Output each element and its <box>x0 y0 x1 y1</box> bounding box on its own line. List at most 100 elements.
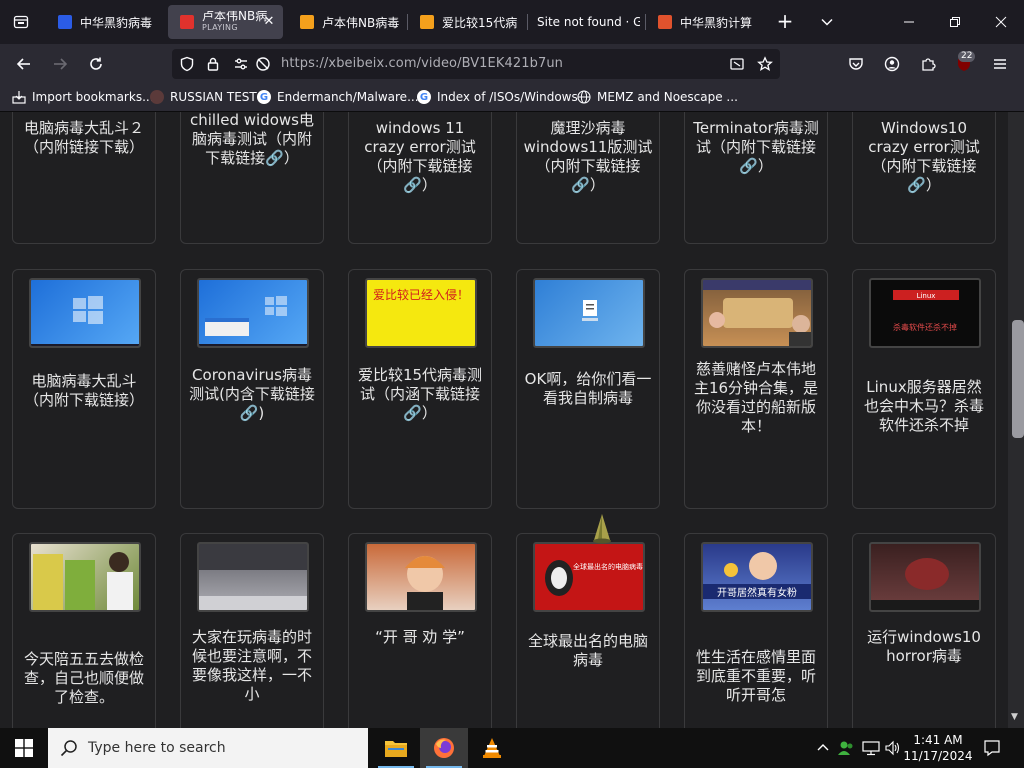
video-card[interactable]: “开 哥 劝 学” <box>348 533 492 728</box>
reload-button[interactable] <box>82 50 110 78</box>
video-card[interactable]: Windows10 crazy error测试（内附下载链接🔗） <box>852 112 996 244</box>
svg-text:Linux: Linux <box>917 292 936 300</box>
video-title[interactable]: windows 11 crazy error测试（内附下载链接🔗） <box>355 119 485 195</box>
tab-2[interactable]: 卢本伟NB病毒 <box>288 5 406 39</box>
video-card[interactable]: 运行windows10 horror病毒 <box>852 533 996 728</box>
video-thumbnail[interactable]: 开哥居然真有女粉 <box>701 542 813 612</box>
extensions-button[interactable] <box>914 50 942 78</box>
video-card[interactable]: OK啊，给你们看一看我自制病毒 <box>516 269 660 509</box>
video-card[interactable]: Linux 杀毒软件还杀不掉 Linux服务器居然也会中木马？杀毒软件还杀不掉 <box>852 269 996 509</box>
video-title[interactable]: 运行windows10 horror病毒 <box>859 628 989 666</box>
video-card[interactable]: 大家在玩病毒的时候也要注意啊，不要像我这样，一不小 <box>180 533 324 728</box>
tab-4[interactable]: Site not found · Gi <box>528 5 640 39</box>
firefox-view-button[interactable] <box>0 0 42 44</box>
video-title[interactable]: “开 哥 劝 学” <box>355 628 485 647</box>
vlc-icon <box>483 738 501 758</box>
restore-button[interactable] <box>932 0 978 44</box>
video-title[interactable]: 今天陪五五去做检查，自己也顺便做了检查。 <box>19 650 149 707</box>
taskbar-search-box[interactable]: Type here to search <box>48 728 368 768</box>
close-tab-icon[interactable]: ✕ <box>261 14 277 30</box>
bookmark-russian-test[interactable]: RUSSIAN TEST <box>150 90 257 104</box>
pocket-button[interactable] <box>842 50 870 78</box>
video-thumbnail[interactable] <box>29 542 141 612</box>
video-title[interactable]: 魔理沙病毒windows11版测试（内附下载链接🔗） <box>523 119 653 195</box>
video-thumbnail[interactable] <box>197 278 309 348</box>
tab-3[interactable]: 爱比较15代病 <box>408 5 526 39</box>
vlc-button[interactable] <box>468 728 516 768</box>
back-button[interactable] <box>10 50 38 78</box>
page-scrollbar[interactable]: ▼ <box>1008 112 1024 728</box>
video-title[interactable]: OK啊，给你们看一看我自制病毒 <box>523 370 653 408</box>
tab-0[interactable]: 中华黑豹病毒 <box>46 5 164 39</box>
tab-title: 中华黑豹病毒 <box>80 15 153 30</box>
video-title[interactable]: chilled widows电脑病毒测试（内附下载链接🔗） <box>187 112 317 168</box>
start-button[interactable] <box>0 728 48 768</box>
video-title[interactable]: Coronavirus病毒测试(内含下载链接🔗) <box>187 366 317 423</box>
bookmark-label: MEMZ and Noescape ... <box>597 90 738 104</box>
firefox-button[interactable] <box>420 728 468 768</box>
video-thumbnail[interactable] <box>29 278 141 348</box>
video-card[interactable]: 电脑病毒大乱斗２（内附链接下载） <box>12 112 156 244</box>
video-thumbnail[interactable] <box>869 542 981 612</box>
forward-button[interactable] <box>46 50 74 78</box>
video-thumbnail[interactable] <box>197 542 309 612</box>
folder-icon <box>385 741 407 757</box>
video-thumbnail[interactable] <box>533 278 645 348</box>
video-thumbnail[interactable]: 全球最出名的电脑病毒 <box>533 542 645 612</box>
video-card[interactable]: Coronavirus病毒测试(内含下载链接🔗) <box>180 269 324 509</box>
video-card[interactable]: Terminator病毒测试（内附下载链接🔗） <box>684 112 828 244</box>
bookmark-endermanch[interactable]: G Endermanch/Malware... <box>257 90 419 104</box>
tray-app-button[interactable] <box>836 728 856 768</box>
shield-icon[interactable] <box>178 55 196 73</box>
video-thumbnail[interactable]: 爱比较已经入侵！ <box>365 278 477 348</box>
video-title[interactable]: 电脑病毒大乱斗（内附下载链接） <box>19 372 149 410</box>
video-card[interactable]: 慈善赌怪卢本伟地主16分钟合集，是你没看过的船新版本！ <box>684 269 828 509</box>
video-title[interactable]: 全球最出名的电脑病毒 <box>523 632 653 670</box>
video-card[interactable]: 今天陪五五去做检查，自己也顺便做了检查。 <box>12 533 156 728</box>
video-thumbnail[interactable] <box>365 542 477 612</box>
bookmark-memz[interactable]: MEMZ and Noescape ... <box>577 90 738 104</box>
lock-icon[interactable] <box>204 55 222 73</box>
video-title[interactable]: Linux服务器居然也会中木马？杀毒软件还杀不掉 <box>859 378 989 435</box>
video-card[interactable]: 魔理沙病毒windows11版测试（内附下载链接🔗） <box>516 112 660 244</box>
tab-1[interactable]: 卢本伟NB病 PLAYING ✕ <box>168 5 283 39</box>
video-card[interactable]: chilled widows电脑病毒测试（内附下载链接🔗） <box>180 112 324 244</box>
google-icon: G <box>417 90 431 104</box>
tab-5[interactable]: 中华黑豹计算 <box>646 5 764 39</box>
video-thumbnail[interactable]: Linux 杀毒软件还杀不掉 <box>869 278 981 348</box>
video-card[interactable]: windows 11 crazy error测试（内附下载链接🔗） <box>348 112 492 244</box>
video-title[interactable]: Windows10 crazy error测试（内附下载链接🔗） <box>859 119 989 195</box>
new-tab-button[interactable]: + <box>772 10 798 34</box>
video-thumbnail[interactable] <box>701 278 813 348</box>
autoplay-blocked-icon[interactable] <box>254 55 272 73</box>
account-button[interactable] <box>878 50 906 78</box>
video-card[interactable]: 电脑病毒大乱斗（内附下载链接） <box>12 269 156 509</box>
bookmark-isos[interactable]: G Index of /ISOs/Windows <box>417 90 578 104</box>
video-title[interactable]: 爱比较15代病毒测试（内涵下载链接🔗） <box>355 366 485 423</box>
menu-button[interactable] <box>986 50 1014 78</box>
video-card[interactable]: 爱比较已经入侵！ 爱比较15代病毒测试（内涵下载链接🔗） <box>348 269 492 509</box>
scrollbar-thumb[interactable] <box>1012 320 1024 438</box>
video-title[interactable]: 电脑病毒大乱斗２（内附链接下载） <box>19 119 149 157</box>
permissions-icon[interactable] <box>232 55 250 73</box>
network-button[interactable] <box>860 728 882 768</box>
url-text[interactable]: https://xbeibeix.com/video/BV1EK421b7un <box>281 56 563 71</box>
video-card[interactable]: 全球最出名的电脑病毒 全球最出名的电脑病毒 <box>516 533 660 728</box>
video-title[interactable]: 性生活在感情里面到底重不重要，听听开哥怎 <box>691 648 821 705</box>
bookmark-import[interactable]: Import bookmarks... <box>12 90 154 104</box>
taskbar-clock[interactable]: 1:41 AM 11/17/2024 <box>898 732 978 764</box>
scroll-down-arrow-icon[interactable]: ▼ <box>1011 712 1018 722</box>
minimize-button[interactable] <box>886 0 932 44</box>
close-window-button[interactable] <box>978 0 1024 44</box>
video-title[interactable]: Terminator病毒测试（内附下载链接🔗） <box>691 119 821 176</box>
video-title[interactable]: 大家在玩病毒的时候也要注意啊，不要像我这样，一不小 <box>187 628 317 704</box>
video-title[interactable]: 慈善赌怪卢本伟地主16分钟合集，是你没看过的船新版本！ <box>691 360 821 436</box>
file-explorer-button[interactable] <box>372 728 420 768</box>
address-bar[interactable]: https://xbeibeix.com/video/BV1EK421b7un <box>172 49 780 79</box>
notification-center-button[interactable] <box>980 728 1004 768</box>
show-hidden-icons-button[interactable] <box>814 728 832 768</box>
bookmark-star-icon[interactable] <box>756 55 774 73</box>
reader-view-icon[interactable] <box>728 55 746 73</box>
video-card[interactable]: 开哥居然真有女粉 性生活在感情里面到底重不重要，听听开哥怎 <box>684 533 828 728</box>
list-all-tabs-button[interactable] <box>814 10 840 34</box>
